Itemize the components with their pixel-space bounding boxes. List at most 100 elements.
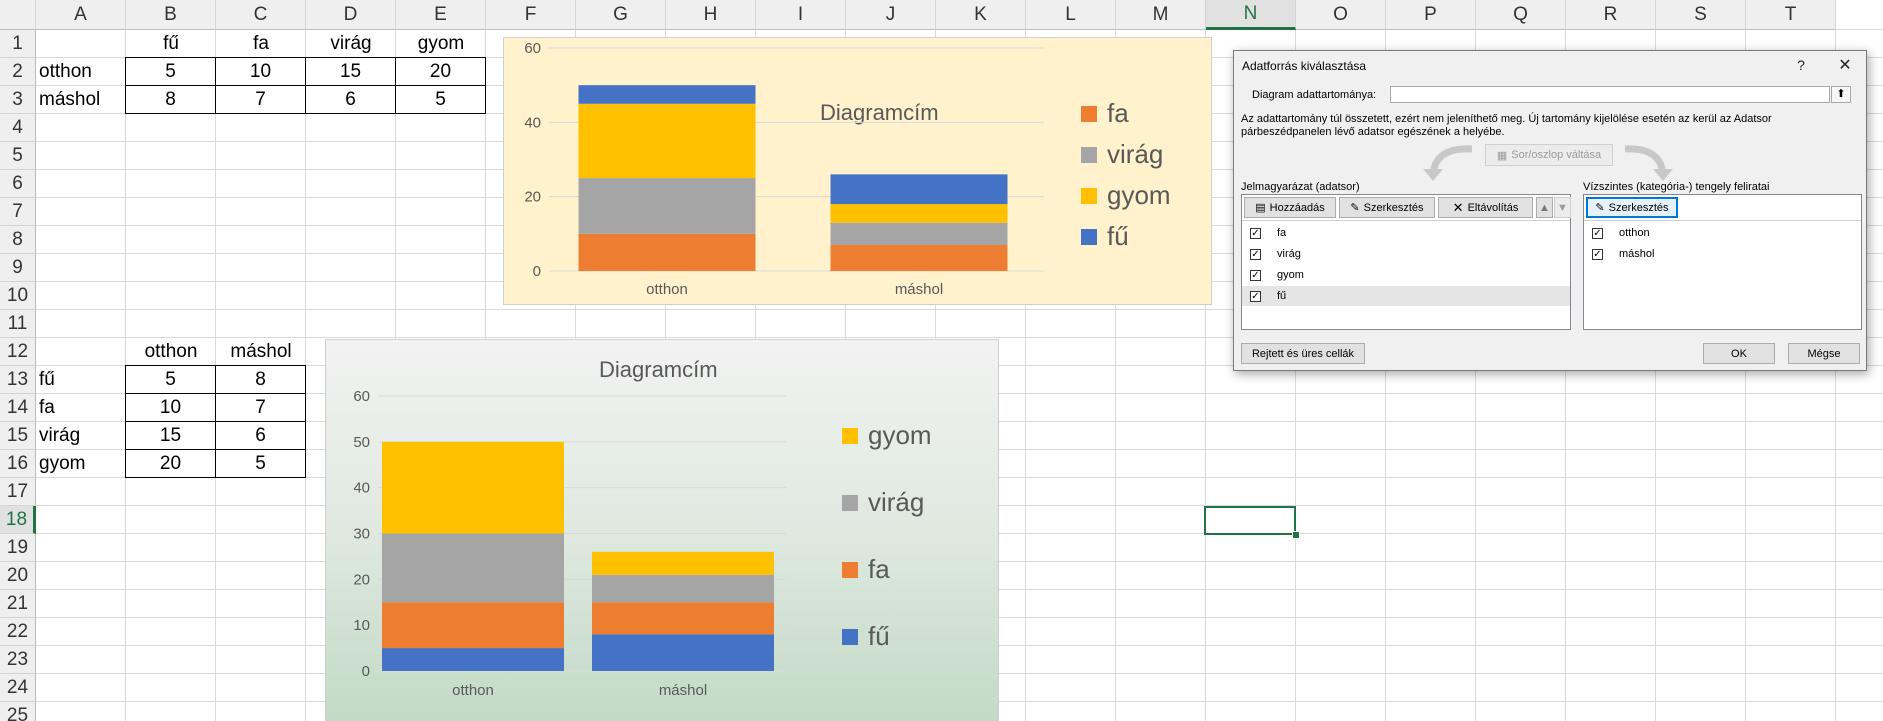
- row-header-10[interactable]: 10: [0, 282, 36, 310]
- bar-segment-gyom[interactable]: [592, 551, 774, 575]
- table-header-cell[interactable]: virág: [306, 30, 396, 58]
- row-header-19[interactable]: 19: [0, 534, 36, 562]
- row-header-5[interactable]: 5: [0, 142, 36, 170]
- checkbox[interactable]: ✓: [1250, 290, 1261, 302]
- column-header-q[interactable]: Q: [1476, 0, 1566, 30]
- legend-entry[interactable]: fa: [842, 554, 890, 585]
- legend-entry[interactable]: gyom: [842, 420, 932, 451]
- row-label-cell[interactable]: gyom: [36, 450, 126, 478]
- legend-entry[interactable]: fű: [1081, 221, 1129, 252]
- list-item[interactable]: ✓ virág: [1242, 244, 1570, 264]
- row-header-16[interactable]: 16: [0, 450, 36, 478]
- value-cell[interactable]: 5: [125, 57, 216, 86]
- bar-segment-virág[interactable]: [578, 178, 756, 234]
- value-cell[interactable]: 7: [215, 393, 306, 422]
- row-header-12[interactable]: 12: [0, 338, 36, 366]
- row-header-18[interactable]: 18: [0, 506, 36, 534]
- row-header-9[interactable]: 9: [0, 254, 36, 282]
- edit-axis-labels-button[interactable]: ✎ Szerkesztés: [1586, 197, 1678, 218]
- row-header-3[interactable]: 3: [0, 86, 36, 114]
- table-header-cell[interactable]: máshol: [216, 338, 306, 366]
- column-header-g[interactable]: G: [576, 0, 666, 30]
- column-header-m[interactable]: M: [1116, 0, 1206, 30]
- cancel-button[interactable]: Mégse: [1788, 343, 1860, 364]
- row-header-4[interactable]: 4: [0, 114, 36, 142]
- row-header-6[interactable]: 6: [0, 170, 36, 198]
- column-header-c[interactable]: C: [216, 0, 306, 30]
- column-header-f[interactable]: F: [486, 0, 576, 30]
- bar-segment-fű[interactable]: [382, 648, 564, 671]
- row-header-1[interactable]: 1: [0, 30, 36, 58]
- move-down-button[interactable]: ▼: [1554, 197, 1571, 218]
- row-label-cell[interactable]: máshol: [36, 86, 126, 114]
- value-cell[interactable]: 7: [215, 85, 306, 114]
- bar-segment-virág[interactable]: [382, 533, 564, 603]
- add-series-button[interactable]: ▤ Hozzáadás: [1244, 197, 1336, 218]
- value-cell[interactable]: 8: [125, 85, 216, 114]
- row-header-22[interactable]: 22: [0, 618, 36, 646]
- close-button[interactable]: ✕: [1834, 55, 1856, 75]
- bar-segment-fa[interactable]: [382, 602, 564, 649]
- range-input[interactable]: [1390, 86, 1830, 103]
- bar-segment-fű[interactable]: [578, 85, 756, 104]
- row-header-24[interactable]: 24: [0, 674, 36, 702]
- column-header-o[interactable]: O: [1296, 0, 1386, 30]
- bar-segment-fű[interactable]: [830, 174, 1008, 205]
- row-header-11[interactable]: 11: [0, 310, 36, 338]
- list-item[interactable]: ✓ máshol: [1584, 244, 1861, 264]
- checkbox[interactable]: ✓: [1592, 227, 1603, 239]
- bar-segment-fa[interactable]: [592, 602, 774, 635]
- move-up-button[interactable]: ▲: [1536, 197, 1553, 218]
- value-cell[interactable]: 6: [215, 421, 306, 450]
- checkbox[interactable]: ✓: [1250, 269, 1261, 281]
- column-header-b[interactable]: B: [126, 0, 216, 30]
- active-cell-n18[interactable]: [1204, 506, 1296, 535]
- row-label-cell[interactable]: virág: [36, 422, 126, 450]
- list-item[interactable]: ✓ otthon: [1584, 223, 1861, 243]
- bar-segment-gyom[interactable]: [578, 103, 756, 179]
- row-header-7[interactable]: 7: [0, 198, 36, 226]
- column-header-j[interactable]: J: [846, 0, 936, 30]
- row-header-13[interactable]: 13: [0, 366, 36, 394]
- bar-segment-virág[interactable]: [830, 222, 1008, 245]
- row-header-17[interactable]: 17: [0, 478, 36, 506]
- checkbox[interactable]: ✓: [1592, 248, 1603, 260]
- value-cell[interactable]: 5: [125, 365, 216, 394]
- select-all-corner[interactable]: [0, 0, 36, 30]
- column-header-s[interactable]: S: [1656, 0, 1746, 30]
- ok-button[interactable]: OK: [1703, 343, 1775, 364]
- table-header-cell[interactable]: fű: [126, 30, 216, 58]
- value-cell[interactable]: 10: [215, 57, 306, 86]
- column-header-d[interactable]: D: [306, 0, 396, 30]
- column-header-h[interactable]: H: [666, 0, 756, 30]
- list-item[interactable]: ✓ fa: [1242, 223, 1570, 243]
- table-header-cell[interactable]: otthon: [126, 338, 216, 366]
- help-button[interactable]: ?: [1790, 57, 1812, 73]
- row-label-cell[interactable]: fa: [36, 394, 126, 422]
- bar-segment-fa[interactable]: [578, 233, 756, 271]
- chart-bottom[interactable]: Diagramcím 0 10 20 30 40 50 60 otthon máshol gyo…: [325, 339, 999, 721]
- switch-row-column-button[interactable]: ▦ Sor/oszlop váltása: [1485, 144, 1613, 166]
- bar-segment-fű[interactable]: [592, 634, 774, 671]
- value-cell[interactable]: 5: [395, 85, 486, 114]
- value-cell[interactable]: 6: [305, 85, 396, 114]
- column-header-k[interactable]: K: [936, 0, 1026, 30]
- chart-top[interactable]: Diagramcím 0 20 40 60 otthon máshol fa virág gy…: [503, 37, 1212, 305]
- row-header-21[interactable]: 21: [0, 590, 36, 618]
- value-cell[interactable]: 20: [125, 449, 216, 478]
- table-header-cell[interactable]: fa: [216, 30, 306, 58]
- row-header-20[interactable]: 20: [0, 562, 36, 590]
- column-header-a[interactable]: A: [36, 0, 126, 30]
- edit-series-button[interactable]: ✎ Szerkesztés: [1339, 197, 1435, 218]
- bar-segment-virág[interactable]: [592, 574, 774, 603]
- column-header-e[interactable]: E: [396, 0, 486, 30]
- legend-entry[interactable]: virág: [1081, 139, 1163, 170]
- legend-entry[interactable]: virág: [842, 487, 924, 518]
- value-cell[interactable]: 15: [125, 421, 216, 450]
- legend-entry[interactable]: fű: [842, 621, 890, 652]
- value-cell[interactable]: 10: [125, 393, 216, 422]
- column-header-t[interactable]: T: [1746, 0, 1836, 30]
- list-item[interactable]: ✓ gyom: [1242, 265, 1570, 285]
- checkbox[interactable]: ✓: [1250, 227, 1261, 239]
- row-label-cell[interactable]: otthon: [36, 58, 126, 86]
